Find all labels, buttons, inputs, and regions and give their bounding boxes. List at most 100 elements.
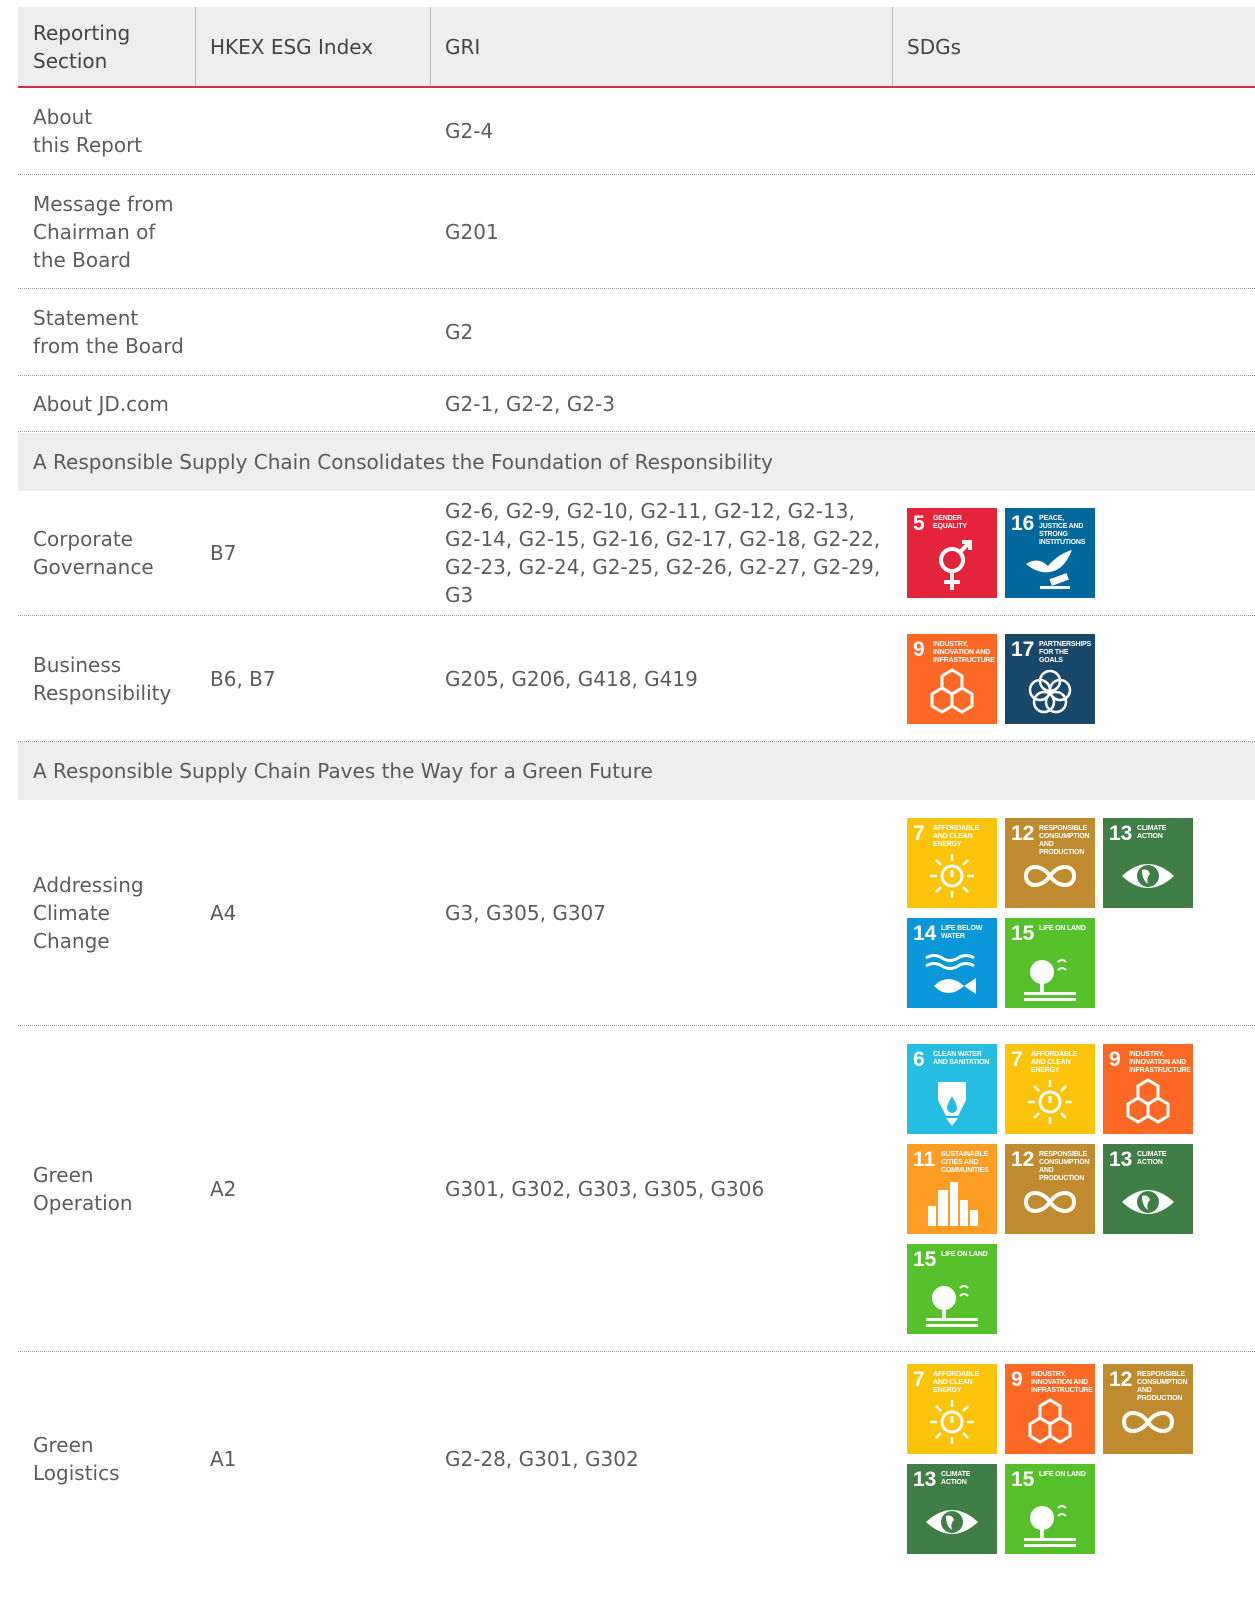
eye-globe-icon: [1122, 863, 1174, 888]
dove-gavel-icon: [1026, 550, 1072, 589]
sdg-icon-grid: 9 Industry, Innovation and Infrastructure…: [907, 633, 1193, 724]
infinity-icon: [1023, 864, 1077, 887]
gri-cell: G2-4: [445, 119, 494, 143]
sdg-15-tile: 15 Life on Land: [907, 1243, 997, 1334]
sdg-label: Sustainable Cities and Communities: [941, 1150, 989, 1174]
tree-icon: [1024, 958, 1076, 1001]
table-row: Green Logistics A1 G2-28, G301, G302 7 Af…: [18, 1352, 1255, 1566]
sdg-label: Industry, Innovation and Infrastructure: [1129, 1050, 1191, 1074]
header-divider: [892, 7, 893, 86]
table-header: Reporting Section HKEX ESG Index GRI SDG…: [18, 7, 1255, 88]
section-cell: Message from Chairman of the Board: [33, 191, 174, 272]
sdg-cell: 5 Gender Equality 16 Peace, Justice and Str…: [907, 491, 1247, 615]
sdg-number: 7: [913, 1368, 925, 1391]
sdg-number: 13: [1109, 821, 1133, 845]
sdg-cell: 6 Clean Water and Sanitation 7 Affordable a…: [907, 1026, 1247, 1351]
gri-cell: G2: [445, 320, 474, 344]
sdg-label: Affordable and Clean Energy: [933, 1371, 980, 1394]
sdg-label: Affordable and Clean Energy: [1031, 1050, 1078, 1074]
sdg-number: 15: [1011, 1468, 1035, 1491]
sdg-number: 15: [913, 1247, 937, 1271]
sdg-label: Life on Land: [941, 1250, 988, 1258]
sdg-number: 9: [913, 637, 925, 661]
rings-icon: [1028, 669, 1072, 713]
sdg-17-tile: 17 Partnerships for the Goals: [1005, 633, 1095, 724]
sdg-icon-grid: 5 Gender Equality 16 Peace, Justice and Str…: [907, 508, 1193, 598]
sdg-12-tile: 12 Responsible Consumption and Production: [1005, 817, 1095, 908]
section-band: A Responsible Supply Chain Consolidates …: [18, 433, 1255, 491]
sdg-11-tile: 11 Sustainable Cities and Communities: [907, 1143, 997, 1234]
section-band: A Responsible Supply Chain Paves the Way…: [18, 742, 1255, 800]
sdg-13-tile: 13 Climate Action: [1103, 817, 1193, 908]
city-icon: [928, 1181, 978, 1226]
sdg-label: Partnerships for the Goals: [1039, 640, 1091, 664]
sdg-13-tile: 13 Climate Action: [907, 1464, 997, 1554]
table-row: Corporate Governance B7 G2-6, G2-9, G2-1…: [18, 491, 1255, 616]
sdg-number: 7: [1011, 1047, 1023, 1071]
gri-cell: G301, G302, G303, G305, G306: [445, 1176, 765, 1201]
gri-cell: G201: [445, 219, 499, 244]
sdg-label: Climate Action: [941, 1471, 971, 1486]
sun-power-icon: [1028, 1079, 1072, 1124]
header-hkex: HKEX ESG Index: [210, 34, 374, 59]
sdg-icon-grid: 6 Clean Water and Sanitation 7 Affordable a…: [907, 1043, 1193, 1334]
table-row: About this Report G2-4: [18, 88, 1255, 175]
hkex-cell: [210, 175, 430, 288]
sdg-number: 5: [913, 512, 925, 535]
sdg-6-tile: 6 Clean Water and Sanitation: [907, 1043, 997, 1134]
tree-icon: [926, 1284, 978, 1327]
sdg-13-tile: 13 Climate Action: [1103, 1143, 1193, 1234]
hkex-cell: B7: [210, 541, 237, 565]
hkex-cell: A2: [210, 1176, 237, 1201]
sdg-12-tile: 12 Responsible Consumption and Production: [1005, 1143, 1095, 1234]
sdg-number: 14: [913, 921, 937, 945]
sdg-5-tile: 5 Gender Equality: [907, 508, 997, 598]
sdg-cell: 9 Industry, Innovation and Infrastructure…: [907, 616, 1247, 741]
sdg-9-tile: 9 Industry, Innovation and Infrastructure: [1103, 1043, 1193, 1134]
sdg-number: 12: [1011, 821, 1035, 845]
sdg-label: Gender Equality: [933, 515, 967, 530]
section-cell: Green Operation: [33, 1162, 133, 1215]
sdg-label: Industry, Innovation and Infrastructure: [1031, 1371, 1093, 1394]
water-drop-icon: [938, 1081, 966, 1126]
sdg-number: 11: [913, 1147, 936, 1171]
sdg-number: 6: [913, 1047, 925, 1071]
gri-cell: G2-6, G2-9, G2-10, G2-11, G2-12, G2-13, …: [445, 499, 881, 607]
hkex-cell: A1: [210, 1447, 237, 1471]
gri-cell: G205, G206, G418, G419: [445, 666, 698, 691]
sdg-number: 13: [913, 1468, 937, 1491]
sdg-number: 16: [1011, 512, 1035, 535]
gri-cell: G3, G305, G307: [445, 900, 606, 925]
sdg-9-tile: 9 Industry, Innovation and Infrastructure: [907, 633, 997, 724]
header-reporting-section: Reporting Section: [33, 20, 131, 73]
section-cell: Corporate Governance: [33, 527, 154, 579]
gri-cell: G2-1, G2-2, G2-3: [445, 391, 615, 416]
sdg-number: 15: [1011, 921, 1035, 945]
sdg-cell: 7 Affordable and Clean Energy 12 Responsibl…: [907, 800, 1247, 1025]
sdg-14-tile: 14 Life Below Water: [907, 917, 997, 1008]
sdg-label: Industry, Innovation and Infrastructure: [933, 640, 995, 664]
section-cell: Addressing Climate Change: [33, 872, 144, 953]
section-cell: About this Report: [33, 105, 143, 157]
sdg-7-tile: 7 Affordable and Clean Energy: [907, 817, 997, 908]
sdg-label: Climate Action: [1137, 1150, 1167, 1166]
cubes-icon: [930, 667, 974, 714]
sdg-number: 9: [1011, 1368, 1023, 1391]
cubes-icon: [1126, 1077, 1170, 1124]
sdg-label: Life on Land: [1039, 924, 1086, 932]
eye-globe-icon: [1122, 1189, 1174, 1214]
section-cell: Business Responsibility: [33, 652, 172, 705]
sdg-label: Affordable and Clean Energy: [933, 824, 980, 848]
sdg-icon-grid: 7 Affordable and Clean Energy 12 Responsibl…: [907, 817, 1193, 1008]
header-divider: [430, 7, 431, 86]
gender-equality-icon: [939, 540, 972, 590]
table-row: About JD.com G2-1, G2-2, G2-3: [18, 376, 1255, 432]
sdg-cell: [907, 175, 1247, 288]
sdg-number: 13: [1109, 1147, 1133, 1171]
sdg-cell: 7 Affordable and Clean Energy 9 Industry, I…: [907, 1352, 1247, 1566]
sdg-12-tile: 12 Responsible Consumption and Production: [1103, 1364, 1193, 1454]
hkex-cell: [210, 289, 430, 375]
sdg-label: Life Below Water: [941, 924, 983, 940]
sdg-9-tile: 9 Industry, Innovation and Infrastructure: [1005, 1364, 1095, 1454]
hkex-cell: B6, B7: [210, 666, 276, 691]
